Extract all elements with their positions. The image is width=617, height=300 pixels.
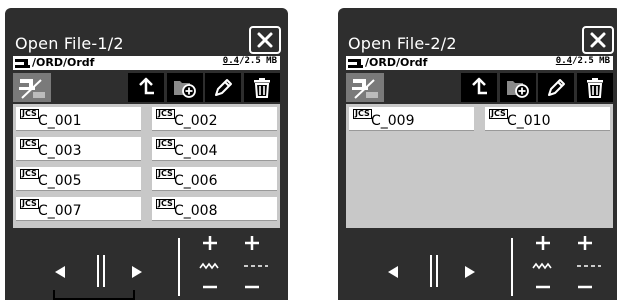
up-folder-arrow-icon [139,77,154,94]
file-toolbar [346,73,613,102]
file-type-badge: JCS [156,169,175,179]
open-file-panel-page-1: Open File-1/2 /ORD/Ordf 0.4/2.5 MB JCS C… [5,8,288,300]
file-name: C_001 [38,113,82,129]
new-folder-icon [507,80,529,98]
pause-icon[interactable] [429,255,439,287]
usb-device-button[interactable] [13,73,51,102]
file-toolbar [13,73,280,102]
control-bar [338,230,617,300]
file-type-badge: JCS [20,169,39,179]
file-name: C_003 [38,143,82,159]
file-type-badge: JCS [156,109,175,119]
capacity-used: 0.4 [222,56,240,66]
minus-icon[interactable] [243,282,261,292]
file-name: C_008 [174,203,218,219]
file-item[interactable]: JCS C_005 [16,167,141,191]
sewing-machine-icon [348,59,363,68]
pencil-icon [215,78,232,96]
dashed-stitch-icon [577,265,601,267]
plus-icon[interactable] [576,234,594,252]
delete-button[interactable] [577,73,613,102]
usb-device-icon [19,78,45,99]
file-item[interactable]: JCS C_001 [16,107,141,131]
next-triangle-icon[interactable] [131,265,143,279]
trash-icon [587,77,603,98]
plus-icon[interactable] [243,234,261,252]
close-icon [257,32,273,48]
parent-folder-button[interactable] [461,73,497,102]
control-bar [5,230,288,300]
plus-icon[interactable] [534,234,552,252]
file-name: C_004 [174,143,218,159]
file-item[interactable]: JCS C_010 [485,107,610,131]
delete-button[interactable] [244,73,280,102]
file-type-badge: JCS [489,109,508,119]
file-type-badge: JCS [353,109,372,119]
new-folder-icon [174,80,196,98]
file-item[interactable]: JCS C_008 [152,197,277,221]
open-file-panel-page-2: Open File-2/2 /ORD/Ordf 0.4/2.5 MB JCS C… [338,8,617,300]
file-name: C_009 [371,113,415,129]
sewing-machine-icon [15,59,30,68]
new-folder-button[interactable] [500,73,536,102]
up-folder-arrow-icon [472,77,487,94]
file-name: C_002 [174,113,218,129]
file-item[interactable]: JCS C_003 [16,137,141,161]
file-type-badge: JCS [20,109,39,119]
file-list: JCS C_001 JCS C_002 JCS C_003 JCS C_004 … [13,104,280,228]
capacity-total: /2.5 MB [572,56,610,66]
divider [511,238,513,296]
zigzag-stitch-icon [199,262,219,270]
file-name: C_006 [174,173,218,189]
usb-device-button[interactable] [346,73,384,102]
storage-capacity: 0.4/2.5 MB [223,56,277,66]
rename-button[interactable] [205,73,241,102]
current-path: /ORD/Ordf [32,56,95,69]
current-path: /ORD/Ordf [365,56,428,69]
minus-icon[interactable] [576,282,594,292]
file-item[interactable]: JCS C_007 [16,197,141,221]
file-item[interactable]: JCS C_004 [152,137,277,161]
rename-button[interactable] [538,73,574,102]
trash-icon [254,77,270,98]
zigzag-stitch-icon [532,262,552,270]
plus-icon[interactable] [201,234,219,252]
usb-device-icon [352,78,378,99]
close-button[interactable] [249,26,281,54]
panel-title: Open File-2/2 [348,34,457,53]
file-type-badge: JCS [20,139,39,149]
next-triangle-icon[interactable] [464,265,476,279]
pause-icon[interactable] [96,255,106,287]
file-name: C_010 [507,113,551,129]
file-type-badge: JCS [156,139,175,149]
file-list: JCS C_009 JCS C_010 [346,104,613,228]
path-bar: /ORD/Ordf 0.4/2.5 MB [13,56,280,70]
file-name: C_007 [38,203,82,219]
arrow-callout-bracket [53,290,135,300]
file-item[interactable]: JCS C_002 [152,107,277,131]
parent-folder-button[interactable] [128,73,164,102]
file-type-badge: JCS [20,199,39,209]
capacity-total: /2.5 MB [239,56,277,66]
new-folder-button[interactable] [167,73,203,102]
close-icon [590,32,606,48]
file-type-badge: JCS [156,199,175,209]
storage-capacity: 0.4/2.5 MB [556,56,610,66]
file-item[interactable]: JCS C_009 [349,107,474,131]
dashed-stitch-icon [244,265,268,267]
panel-title: Open File-1/2 [15,34,124,53]
path-bar: /ORD/Ordf 0.4/2.5 MB [346,56,613,70]
minus-icon[interactable] [534,282,552,292]
file-name: C_005 [38,173,82,189]
file-item[interactable]: JCS C_006 [152,167,277,191]
divider [178,238,180,296]
close-button[interactable] [582,26,614,54]
previous-triangle-icon[interactable] [54,265,66,279]
capacity-used: 0.4 [555,56,573,66]
pencil-icon [548,78,565,96]
previous-triangle-icon[interactable] [387,265,399,279]
minus-icon[interactable] [201,282,219,292]
